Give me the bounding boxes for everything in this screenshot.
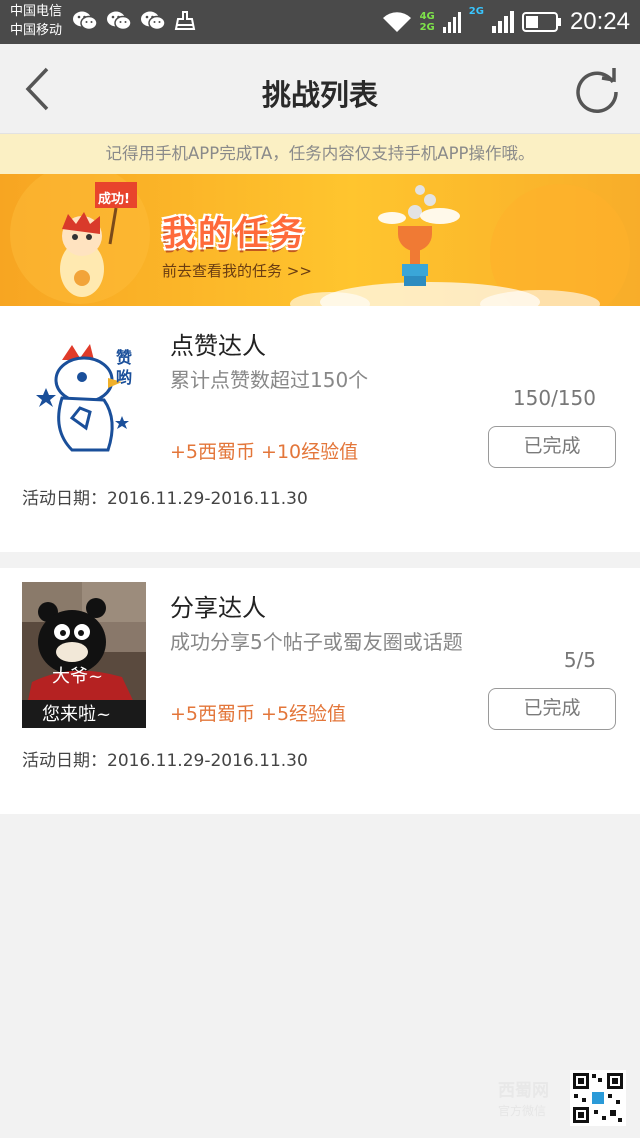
task-card: 赞哟 点赞达人 累计点赞数超过150个 +5西蜀币 +10经验值 150/150… bbox=[0, 306, 640, 552]
completed-button[interactable]: 已完成 bbox=[488, 426, 616, 468]
task-title: 分享达人 bbox=[170, 594, 266, 622]
completed-button[interactable]: 已完成 bbox=[488, 688, 616, 730]
wechat-icon bbox=[141, 11, 166, 31]
carrier-labels: 中国电信 中国移动 bbox=[10, 2, 62, 40]
thumb-caption: 赞哟 bbox=[116, 348, 133, 387]
watermark: 西蜀网 官方微信 bbox=[498, 1070, 626, 1128]
status-right: 4G 2G 2G 20:24 bbox=[382, 4, 630, 40]
nav-bar: 挑战列表 bbox=[0, 44, 640, 134]
net-4g-label: 4G bbox=[419, 11, 435, 22]
my-tasks-banner[interactable]: 成功! 我的任务 前去查看我的任务 >> bbox=[0, 174, 640, 306]
clock: 20:24 bbox=[569, 8, 630, 35]
task-progress: 150/150 bbox=[512, 386, 596, 410]
qr-code-icon bbox=[570, 1070, 626, 1126]
carrier-1: 中国电信 bbox=[10, 4, 63, 19]
banner-illustration bbox=[10, 174, 630, 306]
wechat-icon bbox=[73, 11, 98, 31]
task-progress: 5/5 bbox=[563, 648, 596, 672]
cleaner-icon bbox=[174, 11, 196, 30]
thumb-caption-1: 大爷~ bbox=[52, 666, 104, 687]
wifi-icon bbox=[382, 12, 411, 32]
net-2g-label-b: 2G bbox=[468, 6, 484, 17]
page-title: 挑战列表 bbox=[261, 78, 378, 112]
notification-icons bbox=[72, 10, 196, 32]
wechat-icon bbox=[107, 11, 132, 31]
watermark-subtext: 官方微信 bbox=[498, 1104, 547, 1118]
task-card: 大爷~ 您来啦~ 分享达人 成功分享5个帖子或蜀友圈或话题 +5西蜀币 +5经验… bbox=[0, 568, 640, 814]
task-description: 累计点赞数超过150个 bbox=[170, 368, 369, 392]
app-only-notice: 记得用手机APP完成TA，任务内容仅支持手机APP操作哦。 bbox=[0, 134, 640, 174]
banner-subtitle[interactable]: 前去查看我的任务 >> bbox=[162, 260, 312, 281]
status-bar: 中国电信 中国移动 4G 2G 2G 20:24 bbox=[0, 0, 640, 44]
net-2g-label: 2G bbox=[419, 22, 435, 33]
task-date: 活动日期：2016.11.29-2016.11.30 bbox=[22, 751, 308, 771]
signal-icon bbox=[491, 11, 514, 33]
refresh-button[interactable] bbox=[572, 64, 622, 114]
signal-icon bbox=[442, 12, 461, 33]
net-tags-4g: 4G 2G bbox=[420, 11, 435, 33]
carrier-2: 中国移动 bbox=[10, 23, 63, 38]
task-title: 点赞达人 bbox=[170, 332, 266, 360]
task-reward: +5西蜀币 +10经验值 bbox=[170, 441, 359, 463]
task-date: 活动日期：2016.11.29-2016.11.30 bbox=[22, 489, 308, 509]
task-reward: +5西蜀币 +5经验值 bbox=[170, 703, 347, 725]
watermark-text: 西蜀网 bbox=[498, 1081, 549, 1101]
task-description: 成功分享5个帖子或蜀友圈或话题 bbox=[170, 630, 463, 654]
battery-icon bbox=[521, 12, 561, 32]
thumb-caption-2: 您来啦~ bbox=[42, 704, 112, 725]
refresh-icon bbox=[576, 68, 618, 113]
like-rooster-thumbnail bbox=[22, 320, 146, 466]
success-badge: 成功! bbox=[98, 192, 130, 207]
banner-title: 我的任务 bbox=[162, 214, 306, 254]
